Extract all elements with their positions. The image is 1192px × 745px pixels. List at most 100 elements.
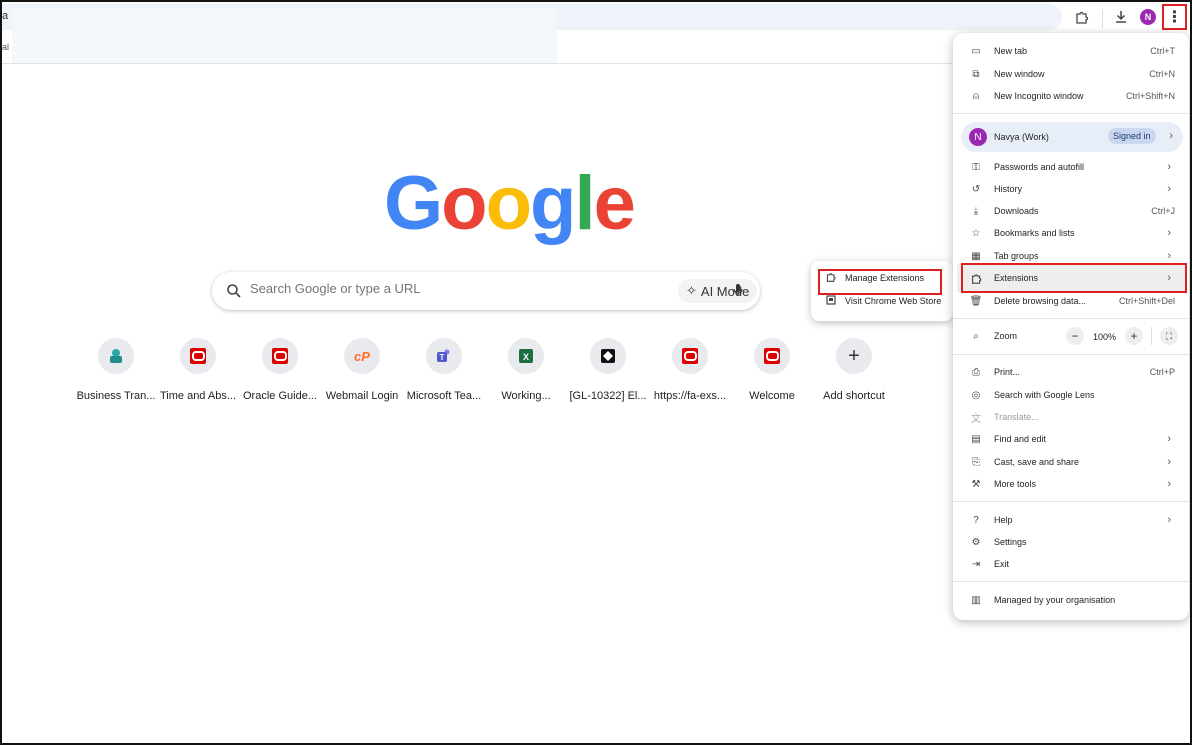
shortcut-label: Webmail Login — [325, 390, 399, 402]
shortcut-tile[interactable]: Welcome — [732, 338, 812, 402]
menu-print[interactable]: ⎙ Print... Ctrl+P — [953, 361, 1189, 383]
avatar: N — [969, 128, 987, 146]
toolbar-separator — [1102, 10, 1103, 28]
manage-extensions-highlight — [818, 269, 942, 295]
translate-icon: 文 — [971, 413, 981, 425]
shortcut-tile[interactable]: [GL-10322] El... — [568, 338, 648, 402]
menu-label: Cast, save and share — [994, 457, 1080, 467]
google-logo: Google — [384, 160, 636, 247]
shortcut-label: [GL-10322] El... — [569, 390, 647, 402]
cast-icon: ⎘ — [972, 456, 980, 468]
menu-separator — [953, 581, 1189, 582]
shortcut-label: Time and Abs... — [159, 390, 237, 402]
logo-letter: l — [574, 161, 595, 246]
menu-delete-data[interactable]: 🗑 Delete browsing data... Ctrl+Shift+Del — [953, 290, 1189, 312]
shortcut-label: Oracle Guide... — [243, 390, 317, 402]
menu-shortcut: Ctrl+J — [1151, 206, 1175, 216]
trash-icon: 🗑 — [969, 295, 983, 307]
add-shortcut-button[interactable]: + Add shortcut — [814, 338, 894, 402]
teams-green-icon — [98, 338, 134, 374]
shortcut-tile[interactable]: X Working... — [486, 338, 566, 402]
shortcut-tile[interactable]: T Microsoft Tea... — [404, 338, 484, 402]
menu-settings[interactable]: ⚙ Settings — [953, 531, 1189, 553]
zoom-icon: ⌕ — [973, 330, 979, 342]
menu-shortcut: Ctrl+Shift+Del — [1118, 296, 1175, 306]
shortcut-tile[interactable]: Time and Abs... — [158, 338, 238, 402]
teams-icon: T — [426, 338, 462, 374]
cpanel-icon: cP — [344, 338, 380, 374]
menu-label: Delete browsing data... — [994, 296, 1087, 306]
download-icon[interactable] — [1110, 6, 1132, 28]
shortcut-tile[interactable]: https://fa-exs... — [650, 338, 730, 402]
help-icon: ? — [973, 514, 979, 526]
chevron-right-icon: › — [1167, 456, 1171, 468]
shortcut-tile[interactable]: Business Tran... — [76, 338, 156, 402]
search-input[interactable] — [250, 281, 650, 296]
gear-icon: ⚙ — [971, 536, 981, 548]
printer-icon: ⎙ — [972, 366, 980, 378]
visit-web-store-label: Visit Chrome Web Store — [845, 296, 942, 306]
toolbar-divider — [2, 63, 952, 64]
blurred-region — [12, 8, 557, 64]
key-icon: ⚿ — [972, 161, 980, 173]
ai-sparkle-icon: ✧ — [686, 283, 697, 298]
menu-exit[interactable]: ⇥ Exit — [953, 553, 1189, 575]
chevron-right-icon: › — [1167, 250, 1171, 262]
lens-icon: ◎ — [971, 389, 981, 401]
chevron-right-icon: › — [1167, 161, 1171, 173]
fullscreen-icon[interactable]: ⛶ — [1160, 327, 1178, 345]
zoom-out-button[interactable]: − — [1066, 327, 1084, 345]
ai-mode-button[interactable]: ✧ AI Mode — [678, 279, 758, 303]
svg-text:T: T — [440, 353, 445, 362]
menu-shortcut: Ctrl+N — [1149, 69, 1175, 79]
menu-label: New window — [994, 69, 1045, 79]
menu-managed[interactable]: ▥ Managed by your organisation — [953, 589, 1189, 611]
profile-avatar-button[interactable]: N — [1140, 9, 1156, 25]
menu-label: Bookmarks and lists — [994, 228, 1075, 238]
incognito-icon: ⍝ — [973, 90, 979, 102]
menu-cast-save[interactable]: ⎘ Cast, save and share › — [953, 451, 1189, 473]
menu-label: Find and edit — [994, 434, 1047, 444]
menu-label: Print... — [994, 367, 1021, 377]
menu-new-tab[interactable]: ▭ New tab Ctrl+T — [953, 40, 1189, 62]
tab-groups-icon: ▦ — [971, 250, 981, 262]
bookmark-bar-text: al — [2, 42, 10, 52]
microphone-icon[interactable] — [733, 283, 743, 300]
logo-letter: g — [530, 161, 576, 246]
shortcut-tile[interactable]: cP Webmail Login — [322, 338, 402, 402]
menu-label: Zoom — [994, 331, 1018, 341]
menu-passwords[interactable]: ⚿ Passwords and autofill › — [953, 156, 1189, 178]
menu-more-tools[interactable]: ⚒ More tools › — [953, 473, 1189, 495]
extensions-puzzle-icon[interactable] — [1071, 6, 1093, 28]
chevron-right-icon: › — [1167, 514, 1171, 526]
menu-label: Managed by your organisation — [994, 595, 1116, 605]
oracle-icon — [764, 348, 780, 364]
menu-new-incognito[interactable]: ⍝ New Incognito window Ctrl+Shift+N — [953, 85, 1189, 107]
shortcut-tile[interactable]: Oracle Guide... — [240, 338, 320, 402]
menu-bookmarks[interactable]: ☆ Bookmarks and lists › — [953, 222, 1189, 244]
menu-shortcut: Ctrl+P — [1149, 367, 1175, 377]
menu-google-lens[interactable]: ◎ Search with Google Lens — [953, 384, 1189, 406]
menu-downloads[interactable]: ⤓ Downloads Ctrl+J — [953, 200, 1189, 222]
menu-new-window[interactable]: ⧉ New window Ctrl+N — [953, 63, 1189, 85]
chevron-right-icon: › — [1167, 183, 1171, 195]
menu-label: Translate... — [994, 412, 1039, 422]
extensions-highlight — [961, 263, 1187, 293]
chrome-menu-button[interactable]: ⋮ — [1162, 4, 1187, 30]
zoom-in-button[interactable]: + — [1125, 327, 1143, 345]
menu-shortcut: Ctrl+Shift+N — [1125, 91, 1175, 101]
logo-letter: G — [384, 161, 443, 246]
menu-label: More tools — [994, 479, 1037, 489]
menu-find-edit[interactable]: ▤ Find and edit › — [953, 428, 1189, 450]
menu-label: Exit — [994, 559, 1010, 569]
oracle-icon — [682, 348, 698, 364]
oracle-icon — [272, 348, 288, 364]
menu-profile-row[interactable]: N Navya (Work) Signed in › — [961, 122, 1183, 152]
menu-history[interactable]: ↺ History › — [953, 178, 1189, 200]
find-icon: ▤ — [971, 433, 981, 445]
chevron-right-icon: › — [1167, 227, 1171, 239]
menu-translate: 文 Translate... — [953, 406, 1189, 428]
menu-label: History — [994, 184, 1023, 194]
shortcut-label: Working... — [501, 390, 551, 402]
menu-help[interactable]: ? Help › — [953, 509, 1189, 531]
